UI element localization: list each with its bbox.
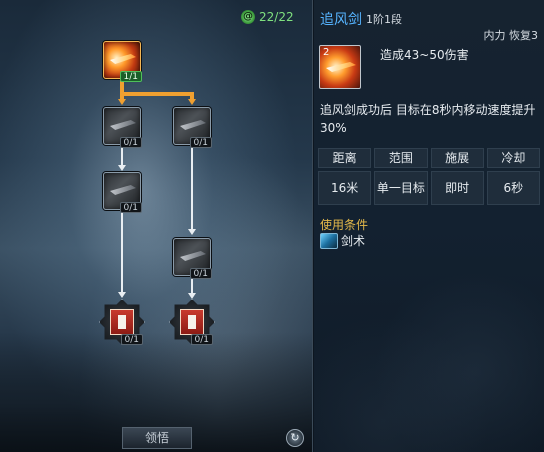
- stats-header-row: 距离 范围 施展 冷却: [318, 148, 540, 168]
- stat-value-area: 单一目标: [374, 171, 428, 205]
- damage-text: 造成43~50伤害: [380, 48, 469, 62]
- arrow-left-3: [118, 292, 126, 298]
- node-count: 0/1: [119, 202, 142, 213]
- stat-header-cooldown: 冷却: [486, 148, 540, 168]
- connector-root-branch: [120, 92, 193, 96]
- node-count: 0/1: [119, 137, 142, 148]
- stat-value-cast: 即时: [430, 171, 484, 205]
- skill-points-value: 22/22: [259, 10, 294, 24]
- reset-icon[interactable]: ↻: [286, 429, 304, 447]
- skill-icon-level: 2: [323, 47, 330, 58]
- arrow-left-2: [118, 165, 126, 171]
- arrow-right-2: [188, 229, 196, 235]
- skill-icon: 2: [319, 45, 361, 89]
- panel-decoration: [314, 252, 544, 452]
- connector-left-2-3: [121, 212, 123, 294]
- skill-name: 追风剑: [320, 12, 362, 28]
- condition-item-label: 剑术: [341, 234, 366, 248]
- condition-item: 剑术: [320, 232, 365, 249]
- skill-node-left-1[interactable]: 0/1: [103, 107, 142, 148]
- arrow-right-3: [188, 293, 196, 299]
- arrow-right-1: [188, 99, 196, 105]
- node-count: 1/1: [119, 71, 142, 82]
- connector-left-1-2: [121, 147, 123, 167]
- skill-points: @ 22/22: [241, 9, 294, 25]
- skill-node-right-1[interactable]: 0/1: [173, 107, 212, 148]
- condition-title: 使用条件: [320, 218, 369, 232]
- arrow-left-1: [118, 99, 126, 105]
- stat-value-cooldown: 6秒: [486, 171, 540, 205]
- sword-slash-icon: [180, 251, 206, 261]
- skill-node-right-3[interactable]: 0/1: [169, 299, 215, 345]
- skill-stats-table: 距离 范围 施展 冷却 16米 单一目标 即时 6秒: [318, 148, 540, 208]
- connector-root-down: [120, 81, 124, 99]
- stat-header-cast: 施展: [430, 148, 484, 168]
- skill-tree-panel: [0, 0, 313, 452]
- skill-node-right-2[interactable]: 0/1: [173, 238, 212, 279]
- skill-description: 追风剑成功后 目标在8秒内移动速度提升30%: [320, 103, 536, 135]
- stat-header-range: 距离: [318, 148, 372, 168]
- skill-stage: 1阶1段: [366, 13, 402, 26]
- sword-slash-icon: [110, 185, 136, 195]
- sword-style-icon: [320, 232, 338, 249]
- sword-slash-icon: [110, 54, 136, 64]
- red-scroll-icon: [180, 309, 204, 335]
- resource-text: 内力 恢复3: [483, 29, 539, 42]
- node-count: 0/1: [189, 268, 212, 279]
- sword-slash-icon: [326, 62, 356, 72]
- green-spiral-icon: @: [241, 10, 255, 24]
- skill-node-left-2[interactable]: 0/1: [103, 172, 142, 213]
- sword-slash-icon: [180, 120, 206, 130]
- red-scroll-icon: [110, 309, 134, 335]
- node-count: 0/1: [189, 137, 212, 148]
- node-count: 0/1: [120, 334, 143, 345]
- stat-value-range: 16米: [318, 171, 372, 205]
- stats-value-row: 16米 单一目标 即时 6秒: [318, 171, 540, 205]
- stat-header-area: 范围: [374, 148, 428, 168]
- learn-button[interactable]: 领悟: [122, 427, 192, 449]
- sword-slash-icon: [110, 120, 136, 130]
- node-count: 0/1: [190, 334, 213, 345]
- connector-right-1-2: [191, 147, 193, 231]
- skill-node-left-3[interactable]: 0/1: [99, 299, 145, 345]
- skill-node-root[interactable]: 1/1: [103, 41, 142, 82]
